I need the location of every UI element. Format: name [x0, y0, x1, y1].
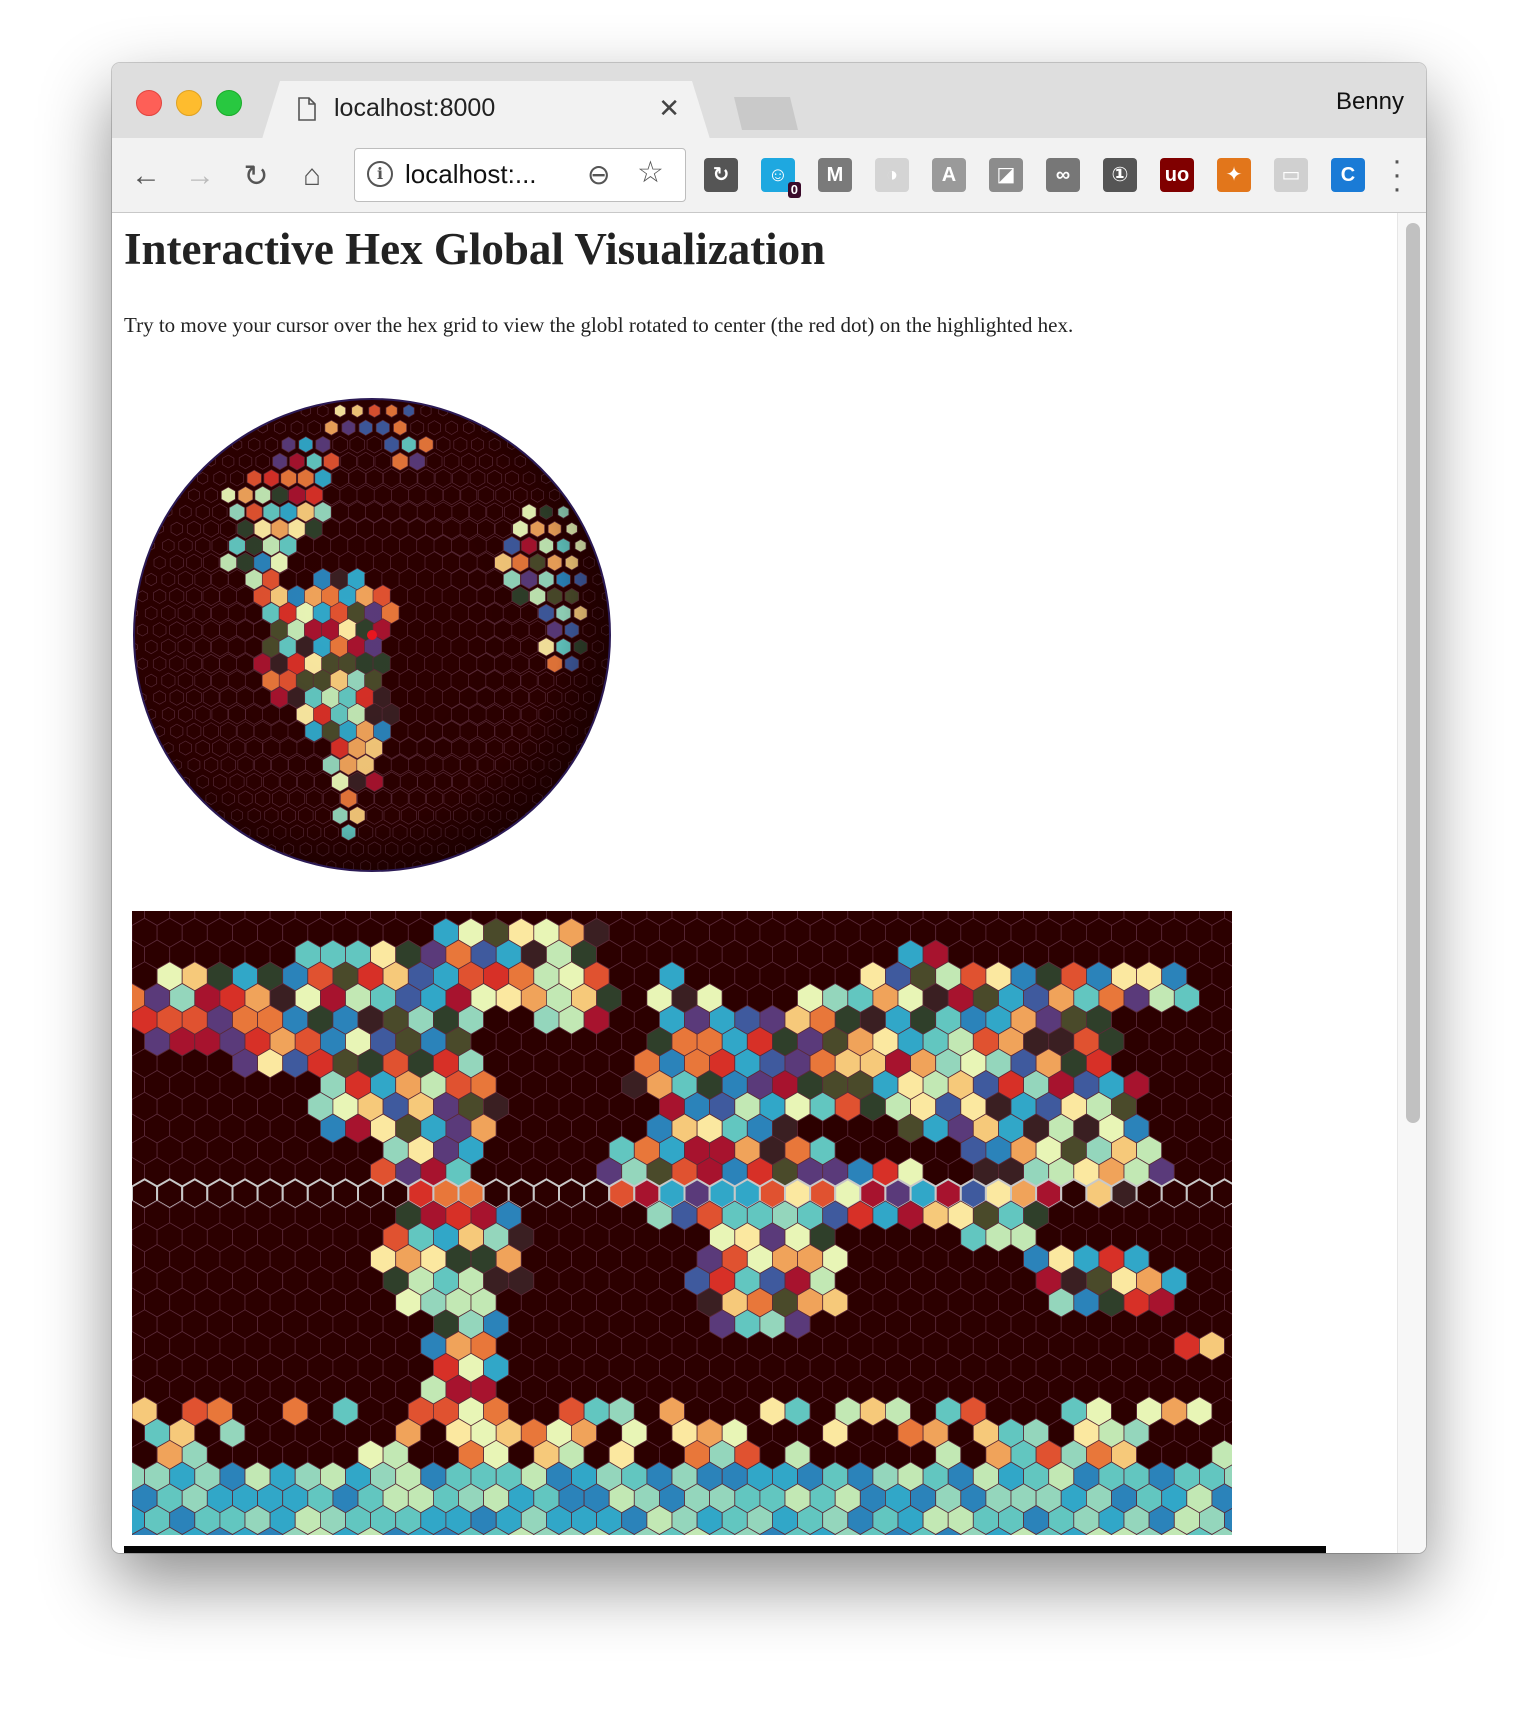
- close-window-button[interactable]: [136, 90, 162, 116]
- globe-hex: [250, 844, 259, 854]
- ublock-icon[interactable]: uo: [1160, 158, 1194, 192]
- minimize-window-button[interactable]: [176, 90, 202, 116]
- globe-hex: [576, 507, 585, 517]
- globe-hex: [362, 390, 369, 398]
- address-bar[interactable]: i localhost:... ⊖ ☆: [354, 148, 686, 202]
- globe-hex: [224, 827, 233, 837]
- c-icon[interactable]: C: [1331, 158, 1365, 192]
- globe-hex: [447, 861, 456, 871]
- center-red-dot: [367, 630, 377, 640]
- page-description: Try to move your cursor over the hex gri…: [124, 313, 1074, 337]
- back-arrow-icon[interactable]: ←: [126, 156, 166, 196]
- globe-hex: [611, 677, 618, 685]
- globe-hex: [602, 558, 610, 568]
- globe-hex: [181, 473, 190, 483]
- hex-grid-map[interactable]: [132, 911, 1232, 1535]
- square-icon[interactable]: ◪: [989, 158, 1023, 192]
- m-icon[interactable]: M: [818, 158, 852, 192]
- page-icon: [298, 97, 316, 121]
- globe-hex: [241, 423, 250, 433]
- globe-hex: [567, 490, 576, 500]
- glasses-icon[interactable]: ∞: [1046, 158, 1080, 192]
- globe-hex: [134, 676, 138, 686]
- profile-name[interactable]: Benny: [1336, 88, 1404, 116]
- bottom-bar: [124, 1546, 1326, 1553]
- globe-hex: [328, 390, 335, 398]
- globe-hex: [593, 541, 602, 551]
- sync-icon[interactable]: ↻: [704, 158, 738, 192]
- globe-hex: [293, 861, 301, 871]
- new-tab-button[interactable]: [734, 97, 798, 130]
- onepassword-icon[interactable]: ①: [1103, 158, 1137, 192]
- zoom-icon[interactable]: ⊖: [587, 158, 610, 191]
- chat-icon[interactable]: ▭: [1274, 158, 1308, 192]
- toolbar: ← → ↻ ⌂ i localhost:... ⊖ ☆ ↻ ☺ 0 M ◑ A ◪ ∞ ① uo ✦…: [112, 138, 1426, 213]
- globe-hex: [490, 844, 499, 854]
- globe-hex: [134, 574, 138, 584]
- menu-icon[interactable]: · · ·: [1392, 146, 1402, 204]
- globe-hex: [516, 827, 525, 837]
- globe-hex: [602, 693, 610, 702]
- home-icon[interactable]: ⌂: [292, 156, 332, 196]
- ghostery-icon[interactable]: ☺ 0: [761, 158, 801, 198]
- a-icon[interactable]: A: [932, 158, 966, 192]
- title-bar: localhost:8000 ✕ Benny: [112, 63, 1426, 139]
- extension-badge: 0: [787, 182, 801, 198]
- globe-hex: [345, 390, 352, 398]
- fox-icon[interactable]: ✦: [1217, 158, 1251, 192]
- maximize-window-button[interactable]: [216, 90, 242, 116]
- tab-localhost[interactable]: localhost:8000 ✕: [262, 81, 710, 139]
- page-title: Interactive Hex Global Visualization: [124, 224, 826, 274]
- info-icon[interactable]: i: [367, 161, 393, 187]
- globe-hex: [499, 423, 507, 433]
- globe-hex: [611, 609, 618, 617]
- globe-hex: [267, 406, 276, 416]
- globe-hex: [456, 406, 465, 416]
- globe-hex: [611, 643, 618, 651]
- pie-icon[interactable]: ◑: [875, 158, 909, 192]
- globe-hex: [190, 794, 198, 804]
- forward-arrow-icon[interactable]: →: [180, 156, 220, 196]
- bookmark-star-icon[interactable]: ☆: [637, 155, 664, 190]
- globe-hex: [397, 390, 404, 398]
- globe-hex: [216, 440, 224, 450]
- globe-hex: [379, 390, 386, 398]
- scrollbar[interactable]: [1397, 213, 1426, 1553]
- globe-visualization[interactable]: [132, 375, 652, 895]
- tab-close-icon[interactable]: ✕: [658, 93, 680, 124]
- page-viewport: Interactive Hex Global Visualization Try…: [112, 213, 1426, 1553]
- tab-title: localhost:8000: [334, 94, 496, 122]
- reload-icon[interactable]: ↻: [236, 156, 276, 196]
- globe-hex: [550, 794, 559, 804]
- globe-hex: [414, 390, 421, 398]
- globe-hex: [525, 440, 533, 450]
- url-text[interactable]: localhost:...: [405, 159, 537, 190]
- scrollbar-thumb[interactable]: [1406, 223, 1420, 1123]
- browser-window: localhost:8000 ✕ Benny ← → ↻ ⌂ i localho…: [112, 63, 1426, 1553]
